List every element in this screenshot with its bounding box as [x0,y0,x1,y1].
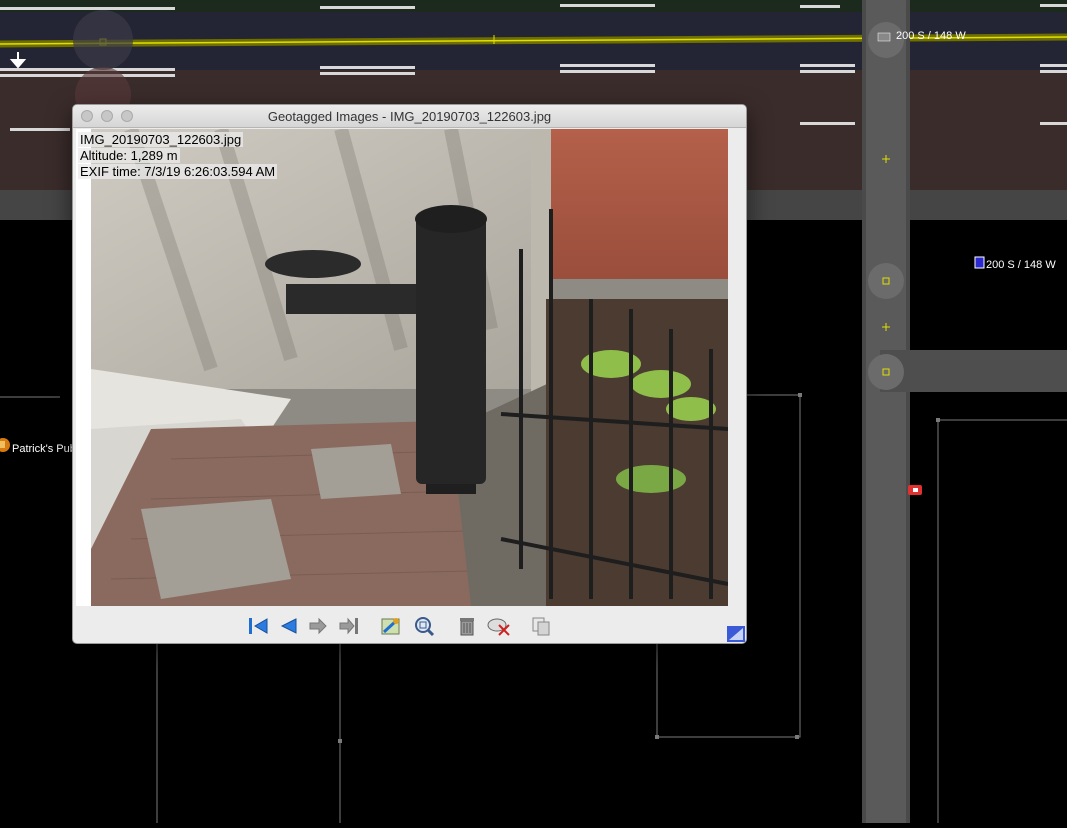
dialog-title: Geotagged Images - IMG_20190703_122603.j… [267,109,552,124]
image-filename-label: IMG_20190703_122603.jpg [78,132,244,147]
geotagged-photo [91,129,728,606]
dialog-titlebar[interactable]: Geotagged Images - IMG_20190703_122603.j… [73,105,746,128]
geotagged-images-dialog: Geotagged Images - IMG_20190703_122603.j… [72,104,747,644]
street-label-top: 200 S / 148 W [896,30,966,42]
remove-from-layer-button[interactable] [487,614,511,638]
image-altitude-label: Altitude: 1,289 m [78,148,180,163]
last-image-button[interactable] [337,614,361,638]
image-exif-time-label: EXIF time: 7/3/19 6:26:03.594 AM [78,164,278,179]
first-image-button[interactable] [246,614,270,638]
poi-label-pub[interactable]: Patrick's Pub [12,443,76,455]
resize-grip-icon [727,626,745,642]
copy-path-button[interactable] [529,614,553,638]
image-viewer[interactable]: IMG_20190703_122603.jpg Altitude: 1,289 … [76,129,728,606]
copy-path-icon [532,617,550,636]
center-view-button[interactable] [379,614,403,638]
previous-image-button[interactable] [276,614,300,638]
resize-grip[interactable] [727,626,745,642]
last-image-icon [339,617,358,635]
first-image-icon [249,618,268,634]
delete-icon [460,618,474,636]
previous-image-icon [280,618,297,634]
next-image-button[interactable] [306,614,330,638]
image-toolbar [73,610,746,640]
remove-from-layer-icon [487,618,510,636]
delete-image-button[interactable] [455,614,479,638]
center-view-icon [381,618,400,635]
zoom-best-fit-button[interactable] [412,614,436,638]
street-label-right: 200 S / 148 W [986,259,1056,271]
zoom-best-fit-icon [415,617,435,637]
next-image-icon [309,617,327,635]
